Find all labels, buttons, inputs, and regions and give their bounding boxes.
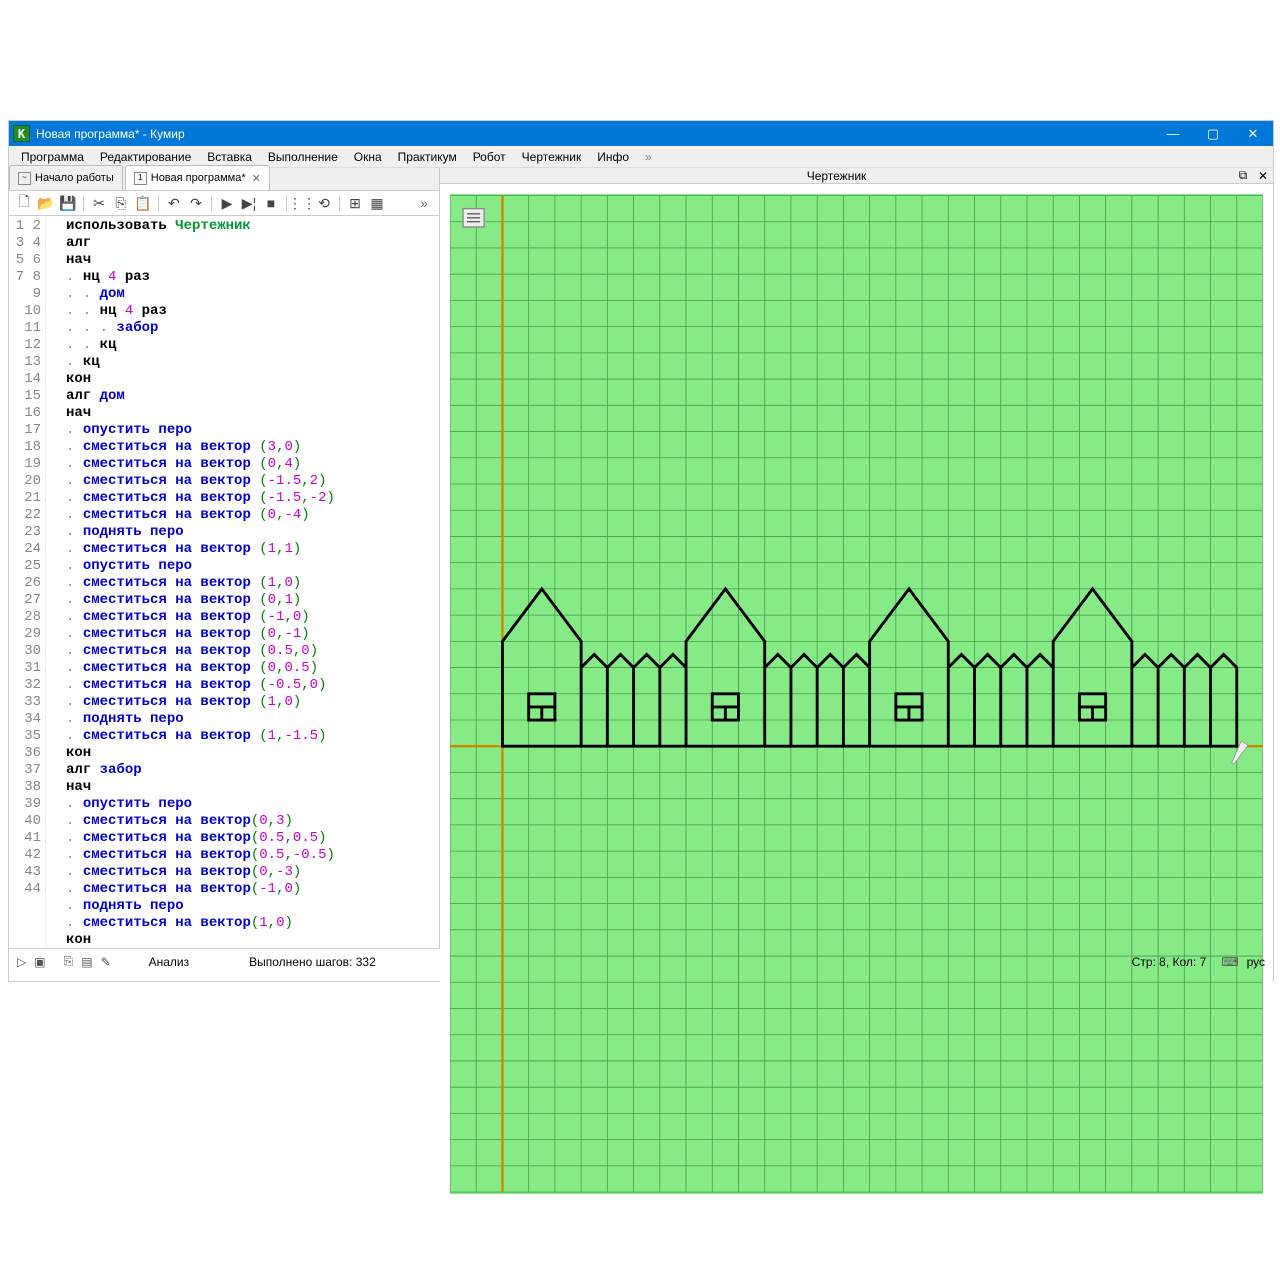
undo-icon[interactable]: ↶ (165, 194, 183, 212)
line-gutter: 1 2 3 4 5 6 7 8 9 10 11 12 13 14 15 16 1… (9, 216, 46, 948)
panel-close-icon[interactable]: ✕ (1253, 169, 1273, 183)
status-analysis: Анализ (149, 955, 190, 969)
toolbar-more-icon[interactable]: » (415, 194, 433, 212)
open-file-icon[interactable]: 📂 (37, 194, 55, 212)
menu-item[interactable]: Чертежник (514, 148, 590, 166)
status-kb-icon[interactable]: ⌨ (1221, 955, 1238, 969)
status-icon[interactable]: ⎘ (64, 954, 74, 969)
paste-icon[interactable]: 📋 (134, 194, 152, 212)
drawing-panel: Чертежник ⧉ ✕ (440, 168, 1273, 948)
stop-icon[interactable]: ■ (262, 194, 280, 212)
code-editor[interactable]: 1 2 3 4 5 6 7 8 9 10 11 12 13 14 15 16 1… (9, 216, 439, 948)
drawing-canvas[interactable] (450, 194, 1263, 1194)
document-tabs: ~ Начало работы 1 Новая программа* ✕ (9, 168, 439, 191)
tab-label: Новая программа* (151, 172, 246, 184)
tab-label: Начало работы (35, 172, 114, 184)
status-icon[interactable]: ▷ (17, 955, 26, 969)
menu-item[interactable]: Окна (346, 148, 390, 166)
menu-item[interactable]: Программа (13, 148, 92, 166)
app-icon: K (13, 125, 30, 142)
save-file-icon[interactable]: 💾 (59, 194, 77, 212)
code-area[interactable]: использовать Чертежник алг нач . нц 4 ра… (46, 216, 439, 948)
redo-icon[interactable]: ↷ (187, 194, 205, 212)
status-cursor-pos: Стр: 8, Кол: 7 (1132, 955, 1207, 969)
tool-d-icon[interactable]: ▦ (368, 194, 386, 212)
editor-panel: ~ Начало работы 1 Новая программа* ✕ 🗋 📂 💾 ✂… (9, 168, 440, 948)
new-file-icon[interactable]: 🗋 (15, 194, 33, 212)
menu-more-icon[interactable]: » (637, 148, 660, 166)
window-title: Новая программа* - Кумир (30, 127, 185, 141)
status-icon[interactable]: ▣ (34, 955, 45, 969)
menu-item[interactable]: Редактирование (92, 148, 199, 166)
menu-item[interactable]: Практикум (390, 148, 465, 166)
status-icon[interactable]: ✎ (101, 955, 111, 969)
canvas-menu-icon[interactable] (463, 209, 484, 227)
status-steps: Выполнено шагов: 332 (249, 955, 376, 969)
copy-icon[interactable]: ⎘ (112, 194, 130, 212)
tab-close-icon[interactable]: ✕ (252, 172, 261, 185)
status-icon[interactable]: ▤ (81, 955, 92, 969)
document-tab[interactable]: ~ Начало работы (9, 165, 123, 190)
menu-item[interactable]: Вставка (199, 148, 260, 166)
run-icon[interactable]: ▶ (218, 194, 236, 212)
menu-item[interactable]: Робот (465, 148, 514, 166)
maximize-button[interactable]: ▢ (1193, 121, 1233, 146)
close-button[interactable]: ✕ (1233, 121, 1273, 146)
tool-c-icon[interactable]: ⊞ (346, 194, 364, 212)
panel-pop-out-icon[interactable]: ⧉ (1233, 168, 1253, 183)
tab-index-icon: ~ (18, 172, 31, 185)
minimize-button[interactable]: — (1153, 121, 1193, 146)
step-icon[interactable]: ▶¦ (240, 194, 258, 212)
menu-item[interactable]: Инфо (589, 148, 637, 166)
status-lang: рус (1247, 955, 1265, 969)
tool-a-icon[interactable]: ⋮⋮ (293, 194, 311, 212)
document-tab[interactable]: 1 Новая программа* ✕ (125, 165, 270, 190)
tab-index-icon: 1 (134, 172, 147, 185)
cut-icon[interactable]: ✂ (90, 194, 108, 212)
menu-item[interactable]: Выполнение (260, 148, 346, 166)
app-window: K Новая программа* - Кумир — ▢ ✕ Програм… (8, 120, 1274, 982)
editor-toolbar: 🗋 📂 💾 ✂ ⎘ 📋 ↶ ↷ ▶ ▶¦ ■ ⋮⋮ ⟲ ⊞ ▦ (9, 191, 439, 216)
tool-b-icon[interactable]: ⟲ (315, 194, 333, 212)
panel-title: Чертежник (440, 169, 1233, 183)
titlebar: K Новая программа* - Кумир — ▢ ✕ (9, 121, 1273, 146)
